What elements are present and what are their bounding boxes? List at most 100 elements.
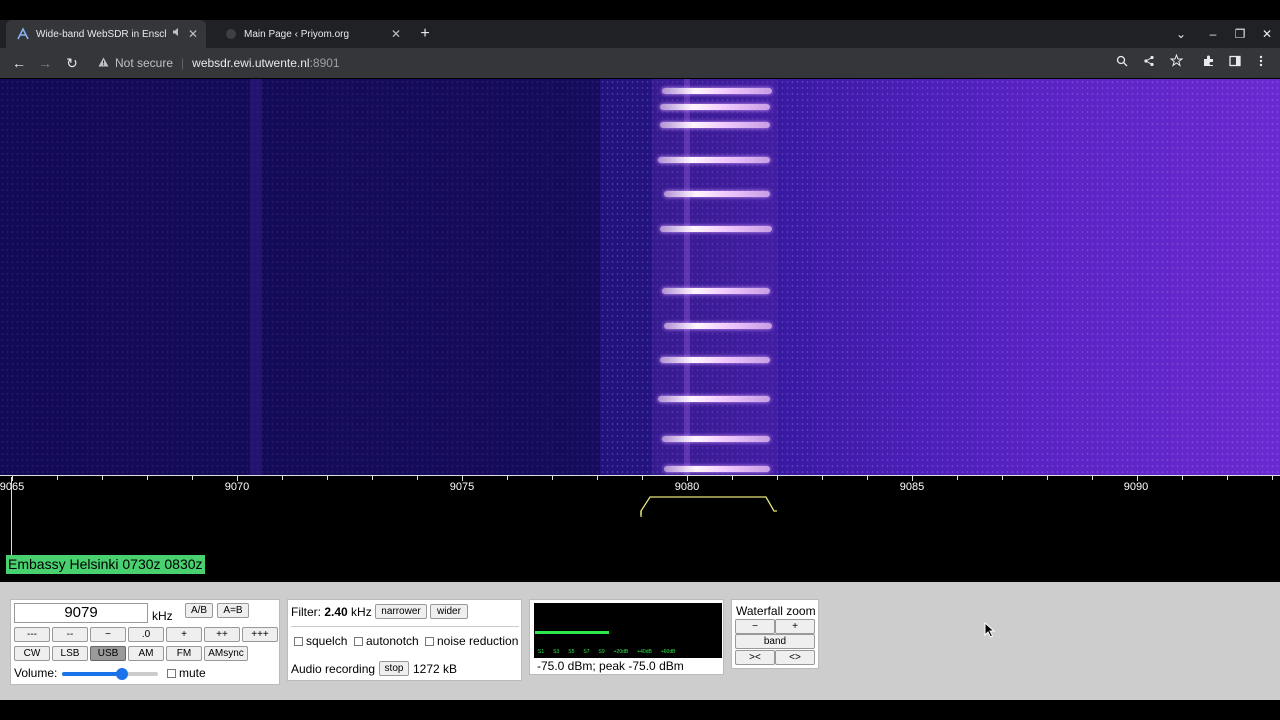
address-bar[interactable]: Not secure | websdr.ewi.utwente.nl :8901 bbox=[92, 51, 1142, 75]
mute-label: mute bbox=[179, 666, 206, 680]
passband-indicator[interactable] bbox=[640, 493, 780, 517]
control-panel: 9079 kHz A/B A=B --- -- − .0 + ++ +++ CW… bbox=[0, 582, 1280, 700]
share-icon[interactable] bbox=[1138, 52, 1160, 74]
scale-tick bbox=[1272, 475, 1273, 480]
waterfall-signal-band bbox=[652, 79, 778, 475]
mode-cw-button[interactable]: CW bbox=[14, 646, 50, 661]
close-tab-icon[interactable]: ✕ bbox=[186, 27, 200, 41]
frequency-cursor-line bbox=[11, 477, 12, 555]
scale-label: 9080 bbox=[674, 481, 700, 493]
step-down-medium-button[interactable]: -- bbox=[52, 627, 88, 642]
forward-icon[interactable]: → bbox=[34, 52, 56, 74]
autonotch-checkbox[interactable] bbox=[354, 637, 363, 646]
scale-tick bbox=[1227, 475, 1228, 480]
step-down-button[interactable]: − bbox=[90, 627, 126, 642]
waterfall-zoom-title: Waterfall zoom bbox=[736, 604, 816, 618]
noise-reduction-label: noise reduction bbox=[437, 634, 519, 648]
security-text: Not secure bbox=[115, 56, 174, 70]
minimize-icon[interactable]: – bbox=[1202, 22, 1224, 46]
scale-tick bbox=[822, 475, 823, 480]
ab-button[interactable]: A/B bbox=[185, 603, 213, 618]
extensions-icon[interactable] bbox=[1198, 52, 1220, 74]
restore-icon[interactable]: ❐ bbox=[1229, 22, 1251, 46]
scale-tick bbox=[102, 475, 103, 480]
scale-tick bbox=[192, 475, 193, 480]
round-frequency-button[interactable]: .0 bbox=[128, 627, 164, 642]
a-equals-b-button[interactable]: A=B bbox=[217, 603, 249, 618]
url-host: websdr.ewi.utwente.nl bbox=[192, 56, 310, 70]
squelch-checkbox[interactable] bbox=[294, 637, 303, 646]
reload-icon[interactable]: ↻ bbox=[61, 52, 83, 74]
waterfall-carrier-line bbox=[684, 79, 690, 475]
mode-fm-button[interactable]: FM bbox=[166, 646, 202, 661]
stop-recording-button[interactable]: stop bbox=[379, 661, 409, 676]
zoom-icon[interactable] bbox=[1111, 52, 1133, 74]
zoom-out-button[interactable]: − bbox=[735, 619, 775, 634]
scale-tick bbox=[147, 475, 148, 480]
filter-divider bbox=[291, 626, 519, 627]
smeter-scale: S1 S3 S5 S7 S9 +20dB +40dB +60dB bbox=[538, 649, 675, 655]
signal-burst bbox=[664, 466, 770, 472]
volume-slider-handle[interactable] bbox=[115, 668, 128, 680]
side-panel-icon[interactable] bbox=[1224, 52, 1246, 74]
step-up-large-button[interactable]: +++ bbox=[242, 627, 278, 642]
speaker-icon[interactable] bbox=[172, 27, 182, 40]
mode-am-button[interactable]: AM bbox=[128, 646, 164, 661]
scale-tick bbox=[642, 475, 643, 480]
zoom-shrink-button[interactable]: >< bbox=[735, 650, 775, 665]
station-label[interactable]: Embassy Helsinki 0730z 0830z bbox=[6, 555, 205, 574]
back-icon[interactable]: ← bbox=[8, 52, 30, 74]
filter-width-value: 2.40 bbox=[324, 605, 348, 619]
screen-top-bar bbox=[0, 0, 1280, 20]
scale-tick bbox=[957, 475, 958, 480]
tab-search-icon[interactable]: ⌄ bbox=[1170, 22, 1192, 46]
scale-tick bbox=[732, 475, 733, 480]
tab-priyom[interactable]: Main Page ‹ Priyom.org ✕ bbox=[214, 20, 409, 48]
mouse-pointer-icon bbox=[984, 622, 996, 638]
menu-kebab-icon[interactable] bbox=[1250, 52, 1272, 74]
frequency-unit: kHz bbox=[152, 609, 173, 623]
tab-strip: Wide-band WebSDR in Ensch ✕ Main Page ‹ … bbox=[0, 20, 1280, 48]
scale-tick bbox=[1092, 475, 1093, 480]
mode-lsb-button[interactable]: LSB bbox=[52, 646, 88, 661]
volume-label: Volume: bbox=[14, 666, 58, 680]
bookmark-star-icon[interactable] bbox=[1165, 52, 1187, 74]
zoom-in-button[interactable]: + bbox=[775, 619, 815, 634]
new-tab-button[interactable]: + bbox=[415, 24, 435, 44]
scale-tick bbox=[777, 475, 778, 480]
zoom-expand-button[interactable]: <> bbox=[775, 650, 815, 665]
waterfall-carrier-line bbox=[250, 79, 262, 475]
narrower-button[interactable]: narrower bbox=[375, 604, 427, 619]
frequency-controls: 9079 kHz A/B A=B --- -- − .0 + ++ +++ CW… bbox=[10, 599, 280, 685]
scale-tick bbox=[1002, 475, 1003, 480]
noise-reduction-checkbox[interactable] bbox=[425, 637, 434, 646]
mute-checkbox[interactable] bbox=[167, 669, 176, 678]
smeter-tick: S9 bbox=[598, 649, 605, 655]
frequency-scale[interactable]: 9065 9070 9075 9080 9085 9090 Embassy He… bbox=[0, 475, 1280, 582]
scale-label: 9090 bbox=[1123, 481, 1149, 493]
mode-usb-button[interactable]: USB bbox=[90, 646, 126, 661]
warning-icon[interactable] bbox=[98, 57, 109, 70]
signal-burst bbox=[660, 226, 772, 232]
zoom-band-button[interactable]: band bbox=[735, 634, 815, 649]
signal-burst bbox=[660, 122, 770, 128]
scale-tick bbox=[1182, 475, 1183, 480]
step-up-medium-button[interactable]: ++ bbox=[204, 627, 240, 642]
tab-websdr[interactable]: Wide-band WebSDR in Ensch ✕ bbox=[6, 20, 206, 48]
mode-amsync-button[interactable]: AMsync bbox=[204, 646, 248, 661]
volume-slider[interactable] bbox=[62, 668, 158, 680]
frequency-input[interactable]: 9079 bbox=[14, 603, 148, 623]
scale-tick bbox=[867, 475, 868, 480]
close-tab-icon[interactable]: ✕ bbox=[389, 27, 403, 41]
wider-button[interactable]: wider bbox=[430, 604, 468, 619]
signal-burst bbox=[662, 288, 770, 294]
step-down-large-button[interactable]: --- bbox=[14, 627, 50, 642]
recording-size: 1272 kB bbox=[413, 662, 458, 676]
waterfall-display[interactable] bbox=[0, 79, 1280, 475]
signal-burst bbox=[664, 323, 772, 329]
signal-burst bbox=[664, 191, 770, 197]
step-up-button[interactable]: + bbox=[166, 627, 202, 642]
waterfall-quiet-region bbox=[0, 79, 600, 475]
scale-label: 9065 bbox=[0, 481, 25, 493]
window-close-icon[interactable]: ✕ bbox=[1256, 22, 1278, 46]
